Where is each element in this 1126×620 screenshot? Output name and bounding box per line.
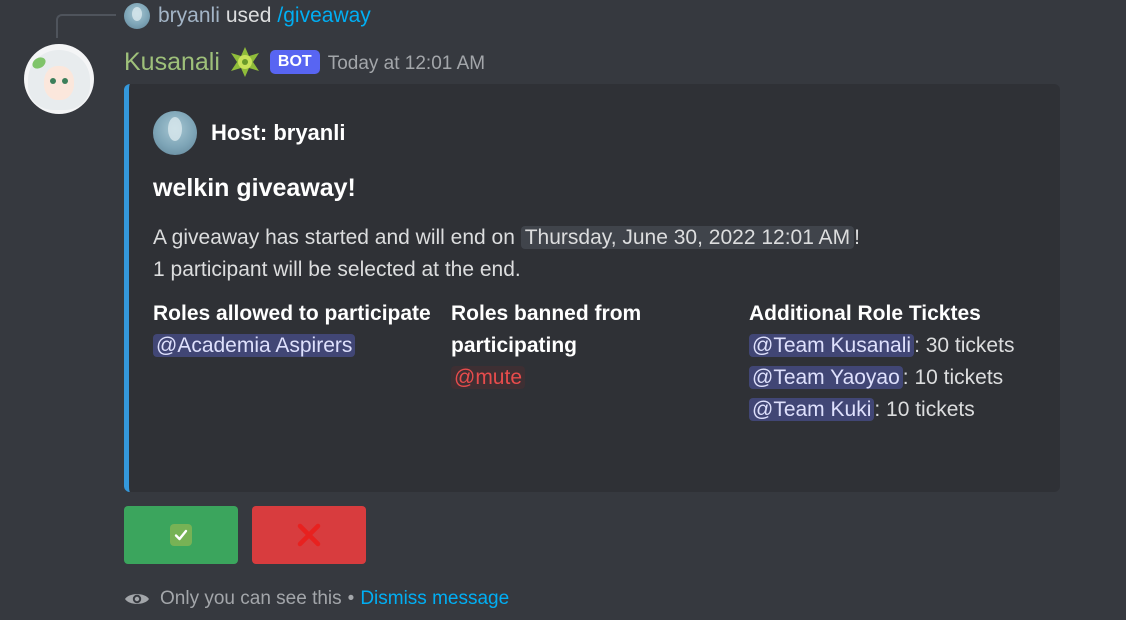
end-date-timestamp[interactable]: Thursday, June 30, 2022 12:01 AM <box>520 226 855 249</box>
reply-avatar[interactable] <box>124 3 150 29</box>
embed-description: A giveaway has started and will end on T… <box>153 222 1033 286</box>
message-header: Kusanali BOT Today at 12:01 AM <box>124 44 485 80</box>
desc-suffix: ! <box>854 226 860 249</box>
desc-line-2: 1 participant will be selected at the en… <box>153 258 521 281</box>
bot-username[interactable]: Kusanali <box>124 48 220 77</box>
desc-prefix: A giveaway has started and will end on <box>153 226 521 249</box>
role-mention[interactable]: @mute <box>451 366 526 389</box>
field-additional-tickets: Additional Role Ticktes @Team Kusanali: … <box>749 298 1039 426</box>
bot-badge: BOT <box>269 50 320 74</box>
ticket-count: : 10 tickets <box>902 366 1004 389</box>
role-mention[interactable]: @Academia Aspirers <box>153 334 356 357</box>
field-banned-roles: Roles banned from participating @mute <box>451 298 731 394</box>
role-mention[interactable]: @Team Yaoyao <box>749 366 903 389</box>
eye-icon <box>125 594 149 604</box>
ticket-count: : 10 tickets <box>874 398 975 421</box>
bot-avatar[interactable] <box>24 44 94 114</box>
field-name: Roles banned from participating <box>451 302 642 357</box>
ephemeral-text: Only you can see this <box>160 588 342 609</box>
embed-author: Host: bryanli <box>153 111 345 155</box>
separator-dot: • <box>347 588 355 609</box>
dismiss-message-link[interactable]: Dismiss message <box>360 588 509 610</box>
reply-command[interactable]: /giveaway <box>277 4 370 28</box>
cross-mark-icon <box>297 523 321 547</box>
field-name: Roles allowed to participate <box>153 302 431 325</box>
accept-button[interactable] <box>124 506 238 564</box>
host-avatar <box>153 111 197 155</box>
ticket-count: : 30 tickets <box>914 334 1015 357</box>
cancel-button[interactable] <box>252 506 366 564</box>
reply-context[interactable]: bryanli used /giveaway <box>124 3 371 29</box>
giveaway-embed: Host: bryanli welkin giveaway! A giveawa… <box>124 84 1060 492</box>
check-mark-icon <box>170 524 192 546</box>
role-mention[interactable]: @Team Kuki <box>749 398 875 421</box>
field-name: Additional Role Ticktes <box>749 302 981 325</box>
role-mention[interactable]: @Team Kusanali <box>749 334 915 357</box>
ephemeral-notice: Only you can see this • Dismiss message <box>124 588 509 610</box>
reply-used-text: used <box>225 4 272 27</box>
embed-author-name: Host: bryanli <box>211 120 346 145</box>
field-allowed-roles: Roles allowed to participate @Academia A… <box>153 298 433 362</box>
message-timestamp[interactable]: Today at 12:01 AM <box>328 53 485 75</box>
reply-connector <box>56 14 116 38</box>
embed-title: welkin giveaway! <box>153 174 356 202</box>
reply-username[interactable]: bryanli <box>158 4 220 28</box>
dendro-emblem-icon <box>230 47 259 77</box>
